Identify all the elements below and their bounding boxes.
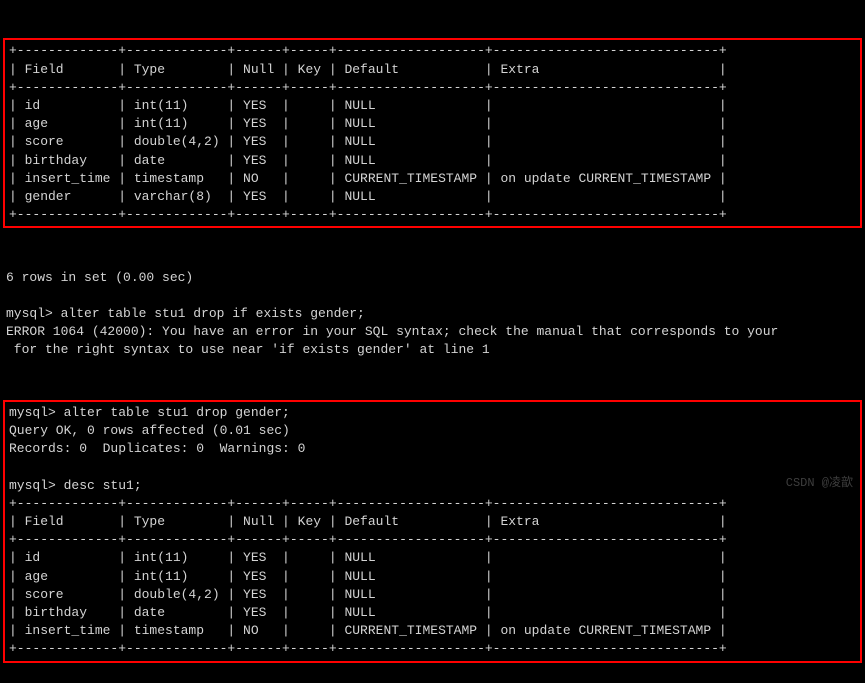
rows-in-set: 6 rows in set (0.00 sec) xyxy=(6,270,193,285)
table-border: +-------------+-------------+------+----… xyxy=(9,80,727,95)
table-row: | age | int(11) | YES | | NULL | | xyxy=(9,569,727,584)
query-ok: Query OK, 0 rows affected (0.01 sec) xyxy=(9,423,290,438)
table-border: +-------------+-------------+------+----… xyxy=(9,207,727,222)
table-row: | age | int(11) | YES | | NULL | | xyxy=(9,116,727,131)
table-row: | gender | varchar(8) | YES | | NULL | | xyxy=(9,189,727,204)
highlight-box-1: +-------------+-------------+------+----… xyxy=(3,38,862,228)
table-row: | score | double(4,2) | YES | | NULL | | xyxy=(9,587,727,602)
table-row: | insert_time | timestamp | NO | | CURRE… xyxy=(9,171,727,186)
table-row: | birthday | date | YES | | NULL | | xyxy=(9,153,727,168)
table-border: +-------------+-------------+------+----… xyxy=(9,532,727,547)
mysql-prompt-cmd[interactable]: mysql> desc stu1; xyxy=(9,478,142,493)
highlight-box-2: mysql> alter table stu1 drop gender; Que… xyxy=(3,400,862,663)
table-row: | birthday | date | YES | | NULL | | xyxy=(9,605,727,620)
table-row: | id | int(11) | YES | | NULL | | xyxy=(9,550,727,565)
records-summary: Records: 0 Duplicates: 0 Warnings: 0 xyxy=(9,441,305,456)
table-row: | score | double(4,2) | YES | | NULL | | xyxy=(9,134,727,149)
table-header: | Field | Type | Null | Key | Default | … xyxy=(9,514,727,529)
error-message: for the right syntax to use near 'if exi… xyxy=(6,342,490,357)
mysql-prompt-cmd[interactable]: mysql> alter table stu1 drop if exists g… xyxy=(6,306,365,321)
command-output-gap: 6 rows in set (0.00 sec) mysql> alter ta… xyxy=(0,267,865,362)
table-row: | insert_time | timestamp | NO | | CURRE… xyxy=(9,623,727,638)
table-border: +-------------+-------------+------+----… xyxy=(9,496,727,511)
terminal-output: +-------------+-------------+------+----… xyxy=(0,0,865,683)
table-row: | id | int(11) | YES | | NULL | | xyxy=(9,98,727,113)
table-border: +-------------+-------------+------+----… xyxy=(9,641,727,656)
mysql-prompt-cmd[interactable]: mysql> alter table stu1 drop gender; xyxy=(9,405,290,420)
table-border: +-------------+-------------+------+----… xyxy=(9,43,727,58)
watermark-text: CSDN @凌歆 xyxy=(786,475,853,492)
error-message: ERROR 1064 (42000): You have an error in… xyxy=(6,324,778,339)
table-header: | Field | Type | Null | Key | Default | … xyxy=(9,62,727,77)
